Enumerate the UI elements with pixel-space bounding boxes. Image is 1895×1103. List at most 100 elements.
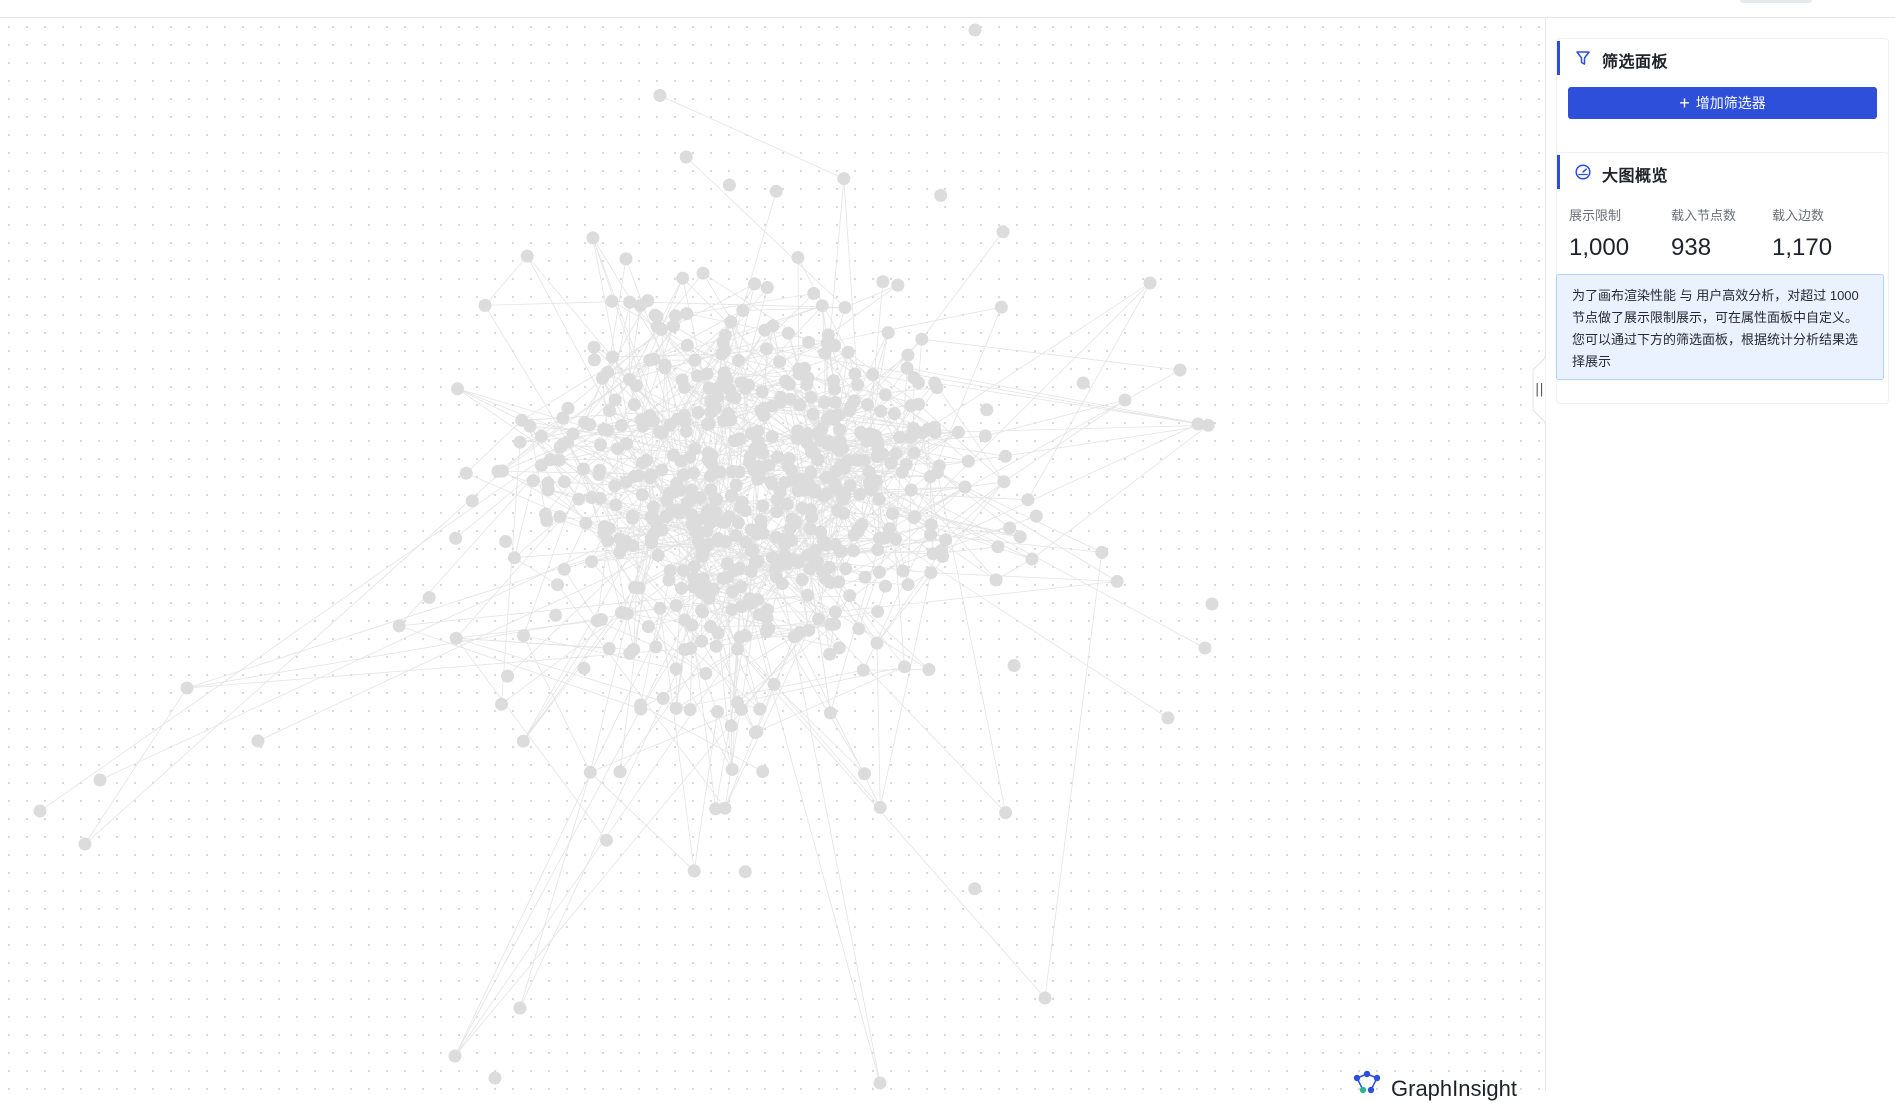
graph-node	[680, 307, 693, 320]
graph-node	[651, 320, 664, 333]
graph-node	[818, 396, 831, 409]
graph-nodes[interactable]	[34, 24, 1219, 1090]
graph-node	[549, 609, 562, 622]
graph-node	[819, 572, 832, 585]
graph-node	[423, 591, 436, 604]
graph-node	[767, 319, 780, 332]
graph-node	[924, 566, 937, 579]
graph-node	[866, 368, 879, 381]
graph-node	[952, 426, 965, 439]
graph-node	[1162, 712, 1175, 725]
panel-collapse-handle[interactable]: ||	[1527, 355, 1547, 425]
graph-edge	[740, 624, 831, 637]
graph-node	[1003, 522, 1016, 535]
graph-canvas[interactable]	[0, 18, 1545, 1091]
graph-node	[837, 172, 850, 185]
stat-label: 载入边数	[1772, 205, 1872, 224]
add-filter-label: 增加筛选器	[1696, 93, 1766, 113]
graph-node	[1119, 394, 1132, 407]
graph-edge	[524, 636, 591, 773]
graph-node	[886, 507, 899, 520]
graph-node	[979, 430, 992, 443]
graph-node	[833, 641, 846, 654]
graph-node	[858, 767, 871, 780]
graph-edge	[85, 688, 187, 844]
plus-icon: +	[1679, 94, 1690, 112]
graph-node	[517, 735, 530, 748]
graph-node	[962, 455, 975, 468]
graph-node	[608, 479, 621, 492]
graph-node	[649, 309, 662, 322]
logo-text: GraphInsight	[1391, 1076, 1517, 1102]
graph-node	[848, 529, 861, 542]
graph-node	[535, 459, 548, 472]
graph-node	[732, 354, 745, 367]
graph-node	[694, 491, 707, 504]
graph-node	[450, 632, 463, 645]
graph-node	[825, 470, 838, 483]
dashboard-icon	[1574, 163, 1592, 181]
add-filter-button[interactable]: + 增加筛选器	[1568, 87, 1877, 119]
graph-node	[711, 705, 724, 718]
graph-node	[753, 703, 766, 716]
graph-node	[524, 420, 537, 433]
stat-label: 载入节点数	[1671, 205, 1771, 224]
graph-node	[609, 498, 622, 511]
graph-node	[685, 508, 698, 521]
render-limit-notice: 为了画布渲染性能 与 用户高效分析，对超过 1000 节点做了展示限制展示，可在…	[1556, 274, 1884, 380]
graph-node	[969, 24, 982, 37]
graph-node	[588, 353, 601, 366]
graph-node	[756, 765, 769, 778]
graph-node	[800, 378, 813, 391]
graph-node	[793, 398, 806, 411]
graph-node	[726, 585, 739, 598]
graph-node	[980, 403, 993, 416]
graph-node	[991, 540, 1004, 553]
graph-node	[816, 299, 829, 312]
graph-node	[843, 589, 856, 602]
right-panel: 筛选面板 + 增加筛选器 大图概览 展示限制 1,000 载入节点数 938	[1546, 18, 1895, 1091]
graph-node	[807, 287, 820, 300]
graph-node	[724, 315, 737, 328]
graph-node	[739, 536, 752, 549]
graph-node	[742, 379, 755, 392]
graph-node	[908, 447, 921, 460]
graph-node	[848, 394, 861, 407]
graph-node	[627, 643, 640, 656]
graph-node	[925, 518, 938, 531]
graph-node	[842, 346, 855, 359]
top-bar-tab[interactable]	[1740, 0, 1812, 3]
graph-node	[684, 642, 697, 655]
stat-value: 1,170	[1772, 234, 1872, 262]
graph-node	[558, 475, 571, 488]
graph-node	[874, 1077, 887, 1090]
graph-node	[829, 605, 842, 618]
graph-node	[636, 488, 649, 501]
graph-node	[94, 774, 107, 787]
stat-value: 1,000	[1569, 234, 1669, 262]
graph-node	[501, 670, 514, 683]
graph-node	[578, 662, 591, 675]
graph-node	[766, 430, 779, 443]
graph-node	[508, 551, 521, 564]
graph-node	[695, 635, 708, 648]
graph-node	[586, 231, 599, 244]
graph-visualization[interactable]	[0, 18, 1545, 1091]
graph-node	[770, 185, 783, 198]
graph-node	[542, 483, 555, 496]
graph-node	[853, 488, 866, 501]
graph-node	[715, 348, 728, 361]
graph-node	[959, 481, 972, 494]
graph-node	[739, 629, 752, 642]
overview-panel-title: 大图概览	[1602, 162, 1668, 186]
graph-node	[757, 527, 770, 540]
graph-node	[902, 578, 915, 591]
graph-node	[701, 418, 714, 431]
graph-node	[724, 413, 737, 426]
graph-node	[839, 301, 852, 314]
graph-node	[702, 454, 715, 467]
graph-node	[847, 544, 860, 557]
stat-label: 展示限制	[1569, 205, 1669, 224]
graph-node	[871, 605, 884, 618]
graph-node	[770, 505, 783, 518]
